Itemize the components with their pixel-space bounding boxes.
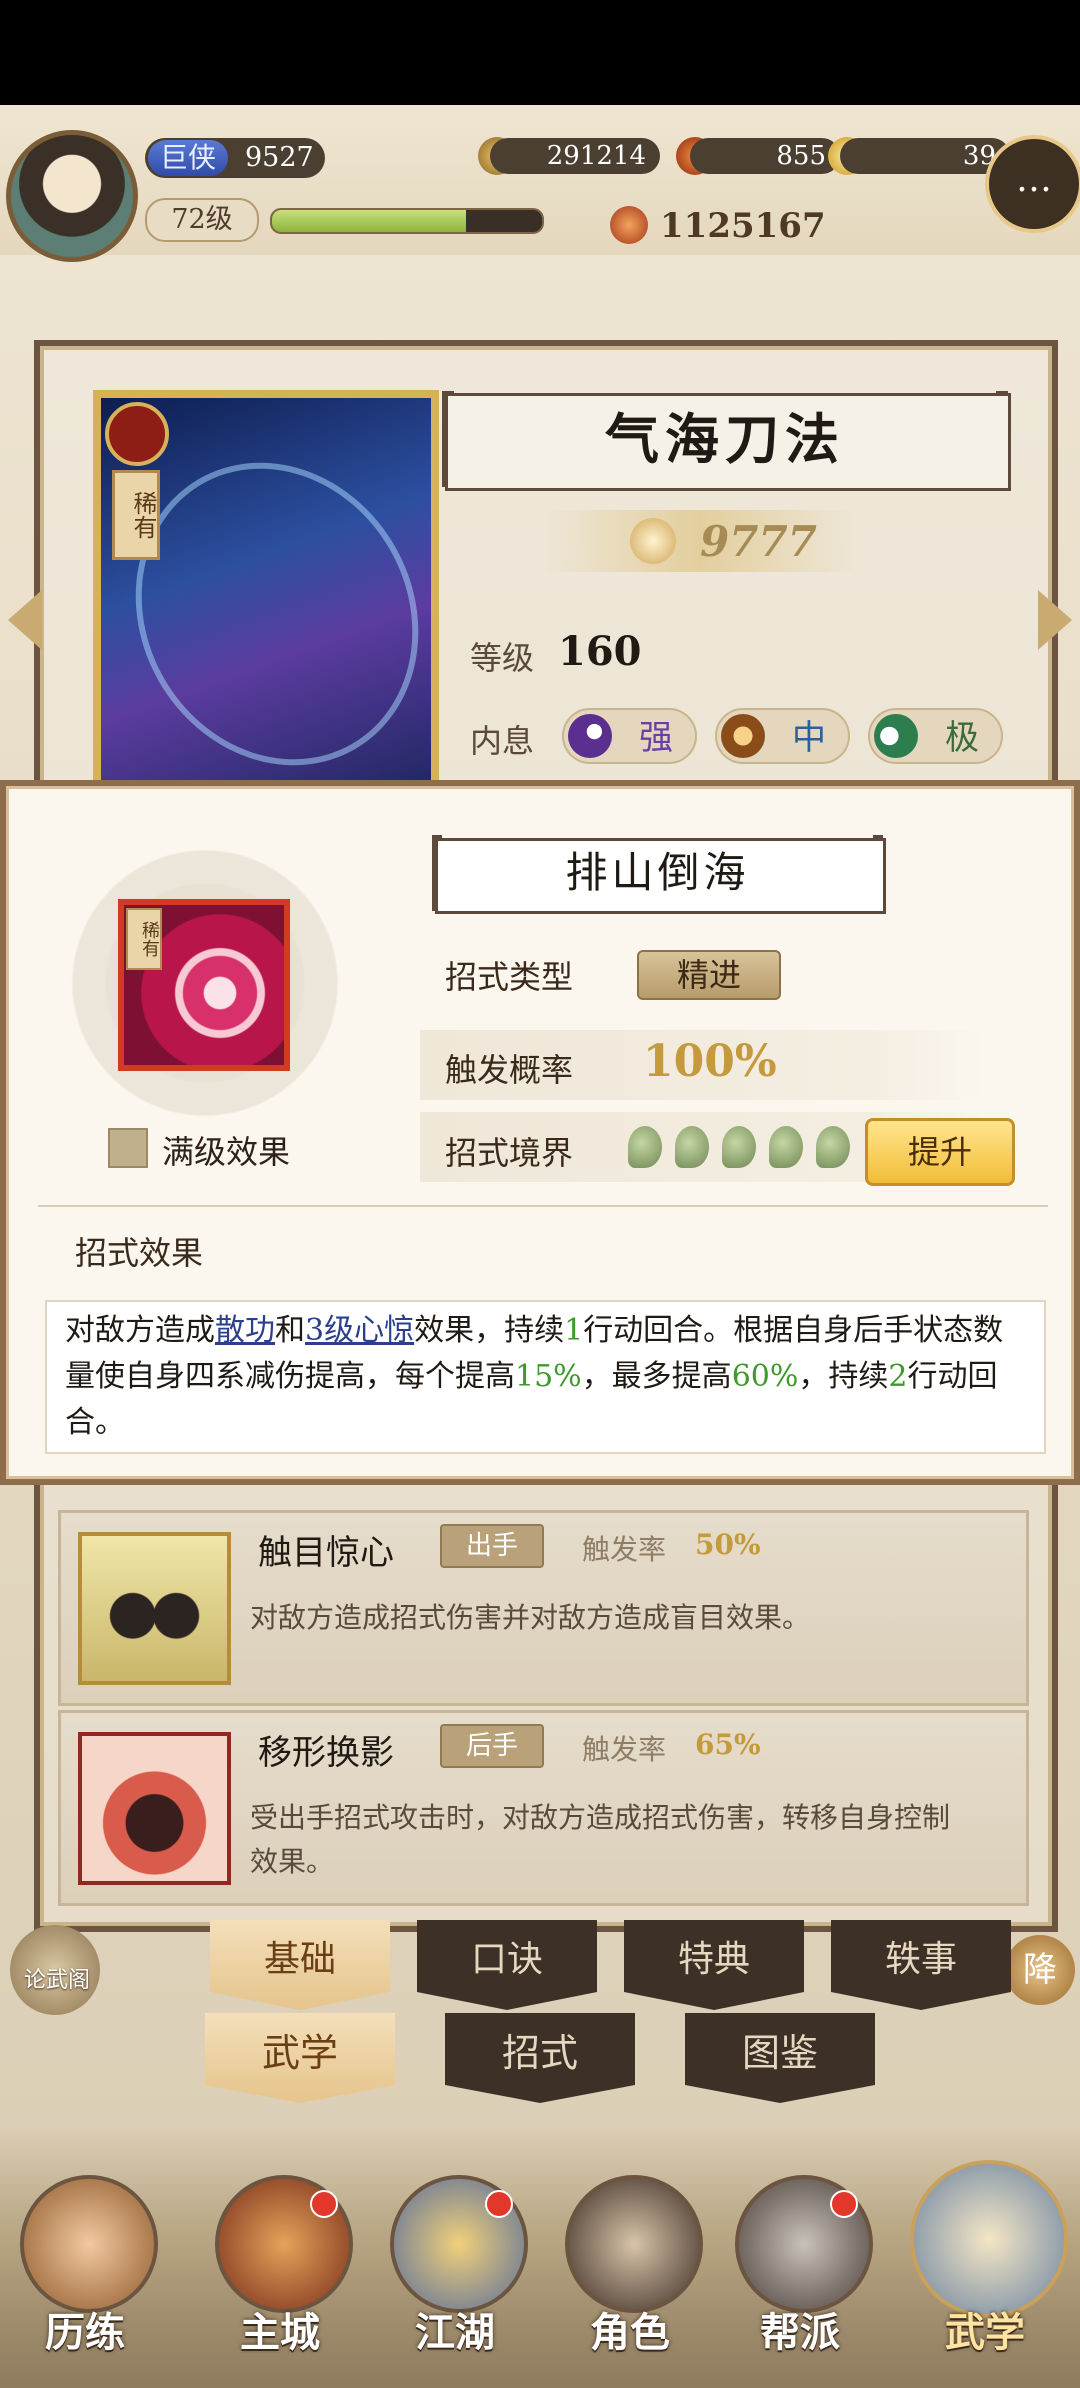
move-tag: 出手 <box>440 1524 544 1568</box>
move-rate-label: 触发率 <box>582 1533 667 1566</box>
move-rate-label: 触发率 <box>582 1733 667 1766</box>
lunwu-pavilion-label: 论武阁 <box>23 1968 90 1993</box>
effect-number: 15% <box>515 1359 582 1394</box>
tab-formula[interactable]: 口诀 <box>417 1920 597 2010</box>
side-button-right[interactable]: 降 <box>1005 1935 1075 2005</box>
rank-name: 巨侠 <box>148 140 228 176</box>
nav-character-icon[interactable] <box>565 2175 703 2313</box>
tab-anecdote[interactable]: 轶事 <box>831 1920 1011 2010</box>
max-effect-label: 满级效果 <box>162 1133 291 1171</box>
effect-link[interactable]: 3级心惊 <box>305 1313 414 1348</box>
max-effect-checkbox[interactable] <box>108 1128 148 1168</box>
effect-part: 效果，持续 <box>414 1313 565 1348</box>
moon-icon <box>568 714 612 758</box>
power-icon <box>610 206 648 244</box>
notification-dot <box>485 2190 513 2218</box>
nav-character-label: 角色 <box>590 2309 670 2356</box>
tab-codex[interactable]: 图鉴 <box>685 2013 875 2103</box>
divider <box>38 1205 1048 1207</box>
move-rarity-tag: 稀有 <box>126 908 162 970</box>
upgrade-button[interactable]: 提升 <box>865 1118 1015 1186</box>
skill-title: 气海刀法 <box>605 407 845 471</box>
notification-dot <box>310 2190 338 2218</box>
rarity-tag: 稀有 <box>112 470 160 560</box>
nav-city-label: 主城 <box>240 2309 320 2356</box>
nav-martial-icon[interactable] <box>910 2160 1068 2318</box>
nav-training-icon[interactable] <box>20 2175 158 2313</box>
tab-martial-arts[interactable]: 武学 <box>205 2013 395 2103</box>
move-name: 移形换影 <box>258 1733 394 1773</box>
realm-bead-icon <box>816 1126 850 1168</box>
nav-jianghu-label: 江湖 <box>415 2309 495 2356</box>
element-badge-icon <box>105 402 169 466</box>
shadow-figure-icon <box>78 1732 231 1885</box>
nav-guild-label: 帮派 <box>760 2309 840 2356</box>
coin-count[interactable]: 291214 <box>490 138 660 174</box>
tab-moves[interactable]: 招式 <box>445 2013 635 2103</box>
realm-label: 招式境界 <box>445 1134 574 1172</box>
realm-bead-icon <box>769 1126 803 1168</box>
type-label: 招式类型 <box>445 958 574 996</box>
move-rate: 65% <box>695 1728 761 1761</box>
nav-training-label: 历练 <box>45 2309 125 2356</box>
tab-special[interactable]: 特典 <box>624 1920 804 2010</box>
chat-bubble-icon[interactable]: … <box>985 135 1080 233</box>
move-desc: 受出手招式攻击时，对敌方造成招式伤害，转移自身控制效果。 <box>250 1801 951 1878</box>
move-desc: 对敌方造成招式伤害并对敌方造成盲目效果。 <box>250 1601 811 1634</box>
move-title: 排山倒海 <box>565 848 750 897</box>
xp-bar <box>270 208 544 234</box>
rate-value: 100% <box>643 1036 777 1087</box>
realm-bead-icon <box>628 1126 662 1168</box>
effect-text: 对敌方造成散功和3级心惊效果，持续1行动回合。根据自身后手状态数量使自身四系减伤… <box>65 1308 1020 1446</box>
effect-part: 和 <box>275 1313 305 1348</box>
combat-power: 1125167 <box>660 206 826 246</box>
level-value: 160 <box>558 628 642 675</box>
move-rate: 50% <box>695 1528 761 1561</box>
effect-part: ，最多提高 <box>581 1359 732 1394</box>
crescent-icon <box>874 714 918 758</box>
type-value: 精进 <box>637 950 781 1000</box>
player-avatar[interactable] <box>6 130 138 262</box>
move-name: 触目惊心 <box>258 1533 394 1573</box>
rate-label: 触发概率 <box>445 1051 574 1089</box>
level-label: 等级 <box>470 639 535 677</box>
move-tag: 后手 <box>440 1724 544 1768</box>
notification-dot <box>830 2190 858 2218</box>
rank-points: 9527 <box>245 142 314 173</box>
resource-count[interactable]: 855 <box>690 138 840 174</box>
realm-bead-icon <box>722 1126 756 1168</box>
effect-part: 对敌方造成 <box>65 1313 215 1348</box>
gold-count[interactable]: 39 <box>840 138 1010 174</box>
status-bar <box>0 0 1080 105</box>
xp-fill <box>272 210 467 232</box>
realm-bead-icon <box>675 1126 709 1168</box>
effect-part: ，持续 <box>798 1359 889 1394</box>
effect-header: 招式效果 <box>75 1234 204 1272</box>
sun-icon <box>721 714 765 758</box>
player-level: 72级 <box>145 198 259 242</box>
tab-basic[interactable]: 基础 <box>210 1920 390 2010</box>
skill-score: 9777 <box>700 517 817 566</box>
neili-label: 内息 <box>470 722 535 760</box>
nav-martial-label: 武学 <box>945 2309 1025 2356</box>
effect-number: 1 <box>564 1313 584 1348</box>
score-icon <box>630 518 676 564</box>
effect-number: 2 <box>888 1359 908 1394</box>
skull-icon <box>78 1532 231 1685</box>
effect-link[interactable]: 散功 <box>215 1313 275 1348</box>
effect-number: 60% <box>731 1359 799 1394</box>
